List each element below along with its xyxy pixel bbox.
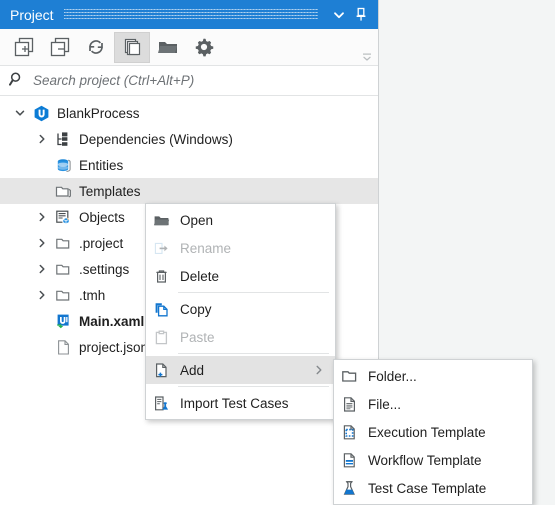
menu-item-copy[interactable]: Copy — [146, 295, 335, 323]
panel-title: Project — [10, 6, 54, 23]
trash-icon — [146, 265, 176, 287]
menu-separator — [178, 292, 329, 293]
chevron-right-icon[interactable] — [32, 230, 52, 256]
submenu-item-label: Workflow Template — [368, 452, 482, 468]
tree-item-label: .project — [79, 235, 124, 251]
menu-item-rename[interactable]: Rename — [146, 234, 335, 262]
tree-item-label: BlankProcess — [57, 105, 140, 121]
workflow-template-icon — [334, 449, 364, 471]
chevron-right-icon[interactable] — [32, 126, 52, 152]
tree-item-templates[interactable]: Templates — [0, 178, 378, 204]
open-folder-icon — [146, 209, 176, 231]
menu-item-open[interactable]: Open — [146, 206, 335, 234]
objects-icon — [52, 207, 74, 227]
context-menu: Open Rename Delete Copy Paste Add Import… — [145, 203, 336, 420]
menu-item-paste[interactable]: Paste — [146, 323, 335, 351]
folder-outline-icon — [334, 365, 364, 387]
panel-title-bar: Project — [0, 0, 378, 29]
tree-item-label: project.json — [79, 339, 149, 355]
chevron-right-icon — [313, 364, 327, 376]
chevron-right-icon[interactable] — [32, 282, 52, 308]
add-submenu: Folder... File... Execution Template Wor… — [333, 359, 533, 505]
folder-icon — [52, 181, 74, 201]
tree-item-label: .tmh — [79, 287, 106, 303]
refresh-icon[interactable] — [78, 32, 114, 63]
tree-item-entities[interactable]: Entities — [0, 152, 378, 178]
submenu-item-workflow-template[interactable]: Workflow Template — [334, 446, 532, 474]
file-outline-icon — [334, 393, 364, 415]
panel-toolbar — [0, 29, 378, 66]
menu-separator — [178, 386, 329, 387]
entities-database-icon — [52, 155, 74, 175]
search-bar[interactable] — [0, 66, 378, 96]
folder-icon — [52, 233, 74, 253]
test-case-template-icon — [334, 477, 364, 499]
menu-item-label: Paste — [180, 329, 215, 345]
rename-icon — [146, 237, 176, 259]
uipath-xaml-icon — [52, 311, 74, 331]
chevron-down-icon[interactable] — [10, 100, 30, 126]
submenu-item-test-case-template[interactable]: Test Case Template — [334, 474, 532, 502]
tree-item-label: Entities — [79, 157, 124, 173]
menu-item-label: Add — [180, 362, 205, 378]
chevron-down-icon[interactable] — [328, 4, 350, 26]
menu-item-label: Copy — [180, 301, 212, 317]
menu-item-import-test-cases[interactable]: Import Test Cases — [146, 389, 335, 417]
menu-item-add[interactable]: Add — [146, 356, 335, 384]
menu-item-label: Open — [180, 212, 214, 228]
search-icon — [9, 71, 25, 90]
submenu-item-label: Folder... — [368, 368, 417, 384]
submenu-item-label: File... — [368, 396, 402, 412]
tree-item-label: Objects — [79, 209, 125, 225]
submenu-item-label: Test Case Template — [368, 480, 487, 496]
import-tests-icon — [146, 392, 176, 414]
submenu-item-label: Execution Template — [368, 424, 486, 440]
tree-item-blankprocess[interactable]: BlankProcess — [0, 100, 378, 126]
menu-item-label: Rename — [180, 240, 232, 256]
toolbar-overflow-icon[interactable] — [360, 47, 374, 63]
settings-gear-icon[interactable] — [186, 32, 222, 63]
tree-item-label: Templates — [79, 183, 141, 199]
file-icon — [52, 337, 74, 357]
folder-icon — [52, 259, 74, 279]
menu-separator — [178, 353, 329, 354]
copy-icon — [146, 298, 176, 320]
tree-item-label: .settings — [79, 261, 130, 277]
submenu-item-file[interactable]: File... — [334, 390, 532, 418]
chevron-right-icon[interactable] — [32, 204, 52, 230]
open-folder-icon[interactable] — [150, 32, 186, 63]
uipath-project-icon — [30, 103, 52, 123]
submenu-item-folder[interactable]: Folder... — [334, 362, 532, 390]
tree-item-label: Main.xaml — [79, 313, 145, 329]
title-bar-drag-grip[interactable] — [63, 9, 318, 20]
execution-template-icon — [334, 421, 364, 443]
pin-icon[interactable] — [350, 4, 372, 26]
tree-item-label: Dependencies (Windows) — [79, 131, 233, 147]
collapse-all-icon[interactable] — [42, 32, 78, 63]
chevron-right-icon[interactable] — [32, 256, 52, 282]
menu-item-label: Delete — [180, 268, 220, 284]
search-input[interactable] — [33, 73, 333, 88]
add-file-icon — [146, 359, 176, 381]
folder-icon — [52, 285, 74, 305]
show-all-files-icon[interactable] — [114, 31, 150, 63]
submenu-item-execution-template[interactable]: Execution Template — [334, 418, 532, 446]
paste-icon — [146, 326, 176, 348]
tree-item-dependencies[interactable]: Dependencies (Windows) — [0, 126, 378, 152]
dependencies-icon — [52, 129, 74, 149]
menu-item-label: Import Test Cases — [180, 395, 289, 411]
expand-all-icon[interactable] — [6, 32, 42, 63]
menu-item-delete[interactable]: Delete — [146, 262, 335, 290]
